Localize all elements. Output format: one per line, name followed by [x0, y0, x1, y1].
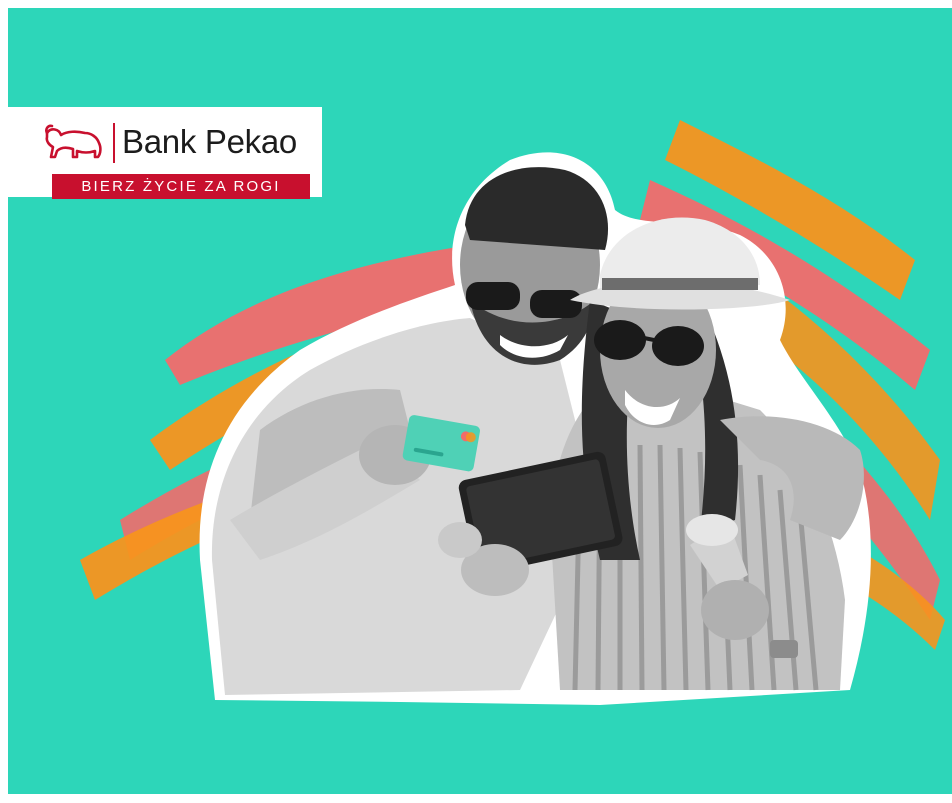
bank-logo: Bank Pekao BIERZ ŻYCIE ZA ROGI — [8, 107, 322, 199]
logo-divider — [113, 123, 115, 163]
bison-icon — [45, 124, 102, 159]
tagline: BIERZ ŻYCIE ZA ROGI — [81, 178, 281, 195]
tagline-bar: BIERZ ŻYCIE ZA ROGI — [52, 174, 310, 199]
brand-name: Bank Pekao — [122, 123, 297, 160]
ad-banner: Bank Pekao BIERZ ŻYCIE ZA ROGI — [0, 0, 952, 803]
